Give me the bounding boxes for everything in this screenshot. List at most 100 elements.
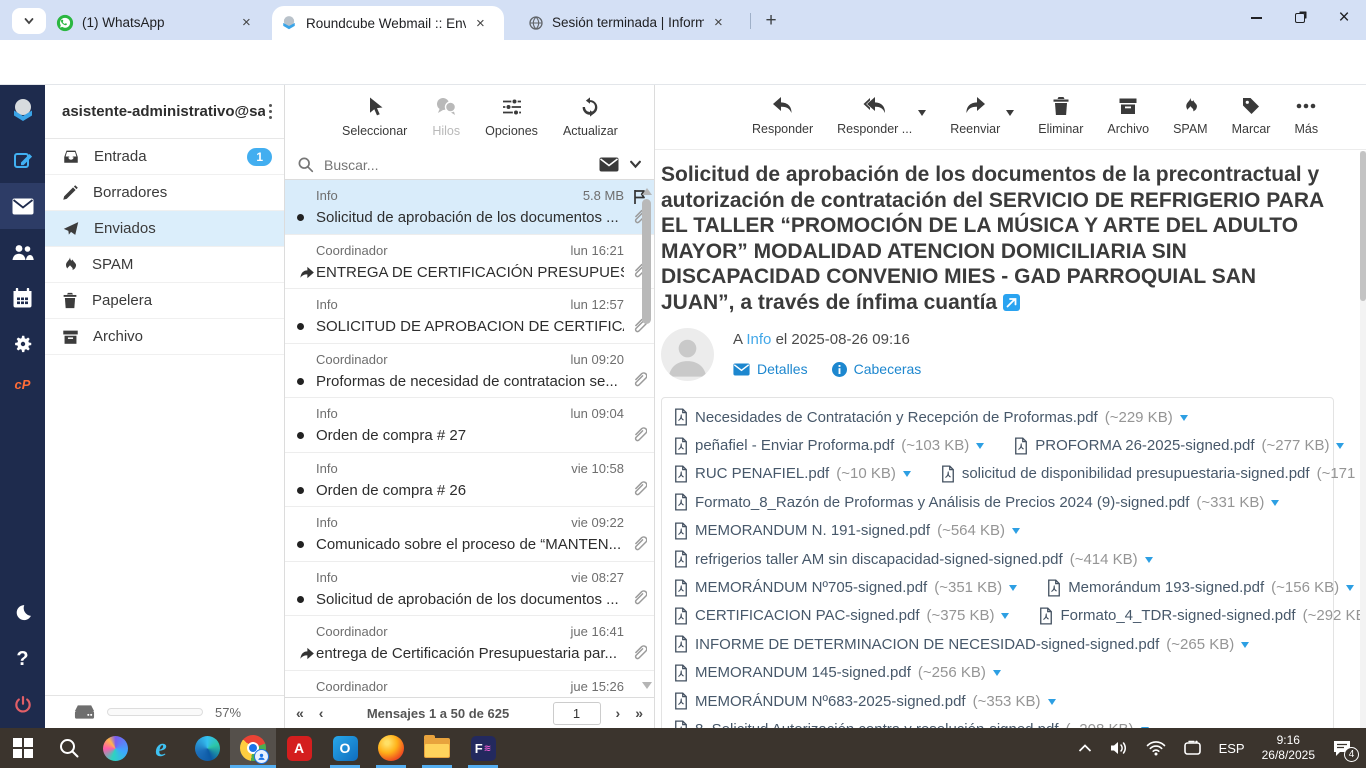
wifi-icon[interactable] [1146, 740, 1166, 756]
tab-whatsapp[interactable]: (1) WhatsApp × [48, 7, 266, 38]
scrollbar-thumb[interactable] [642, 199, 651, 324]
message-row[interactable]: Coordinadorjue 16:41 entrega de Certific… [285, 616, 654, 671]
headers-link[interactable]: Cabeceras [832, 361, 922, 377]
refresh-button[interactable]: Actualizar [563, 96, 618, 138]
sidebar-item-archivo[interactable]: Archivo [45, 319, 284, 355]
prev-page-button[interactable]: ‹ [319, 705, 324, 721]
attachment-menu-caret[interactable] [1241, 642, 1249, 652]
attachment-menu-caret[interactable] [1180, 415, 1188, 425]
message-row[interactable]: Infovie 08:27 Solicitud de aprobación de… [285, 562, 654, 617]
attachment-menu-caret[interactable] [1271, 500, 1279, 510]
attachment-menu-caret[interactable] [1145, 557, 1153, 567]
sidebar-item-spam[interactable]: SPAM [45, 247, 284, 283]
tab-roundcube-active[interactable]: Roundcube Webmail :: Enviados × [272, 6, 504, 40]
compose-button[interactable] [0, 137, 45, 183]
page-number-input[interactable] [553, 702, 601, 725]
search-scope-mail-icon[interactable] [599, 157, 619, 172]
message-row[interactable]: Info5.8 MB Solicitud de aprobación de lo… [285, 180, 654, 235]
message-row[interactable]: Coordinadorlun 16:21 ENTREGA DE CERTIFIC… [285, 235, 654, 290]
roundcube-logo[interactable] [0, 85, 45, 137]
help-button[interactable]: ? [0, 636, 45, 682]
attachment[interactable]: Formato_4_TDR-signed-signed.pdf(~292 KB) [1039, 607, 1366, 625]
sidebar-item-enviados[interactable]: Enviados [45, 211, 284, 247]
search-options-chevron-icon[interactable] [629, 158, 642, 171]
attachment[interactable]: refrigerios taller AM sin discapacidad-s… [674, 550, 1153, 568]
attachment[interactable]: peñafiel - Enviar Proforma.pdf(~103 KB) [674, 437, 984, 455]
open-in-new-window-icon[interactable] [1003, 294, 1020, 311]
internet-explorer-button[interactable]: e [138, 728, 184, 768]
taskbar-search-button[interactable] [46, 728, 92, 768]
cpanel-link[interactable]: cP [0, 367, 45, 401]
chrome-button[interactable] [230, 728, 276, 768]
language-indicator[interactable]: ESP [1219, 741, 1245, 756]
sidebar-item-borradores[interactable]: Borradores [45, 175, 284, 211]
sidebar-item-papelera[interactable]: Papelera [45, 283, 284, 319]
attachment[interactable]: MEMORANDUM N. 191-signed.pdf(~564 KB) [674, 522, 1020, 540]
window-restore-button[interactable] [1278, 0, 1322, 36]
acrobat-button[interactable]: A [276, 728, 322, 768]
archive-button[interactable]: Archivo [1107, 96, 1149, 136]
tab-close-icon[interactable]: × [474, 16, 487, 31]
attachment[interactable]: MEMORÁNDUM Nº683-2025-signed.pdf(~353 KB… [674, 692, 1056, 710]
volume-icon[interactable] [1109, 740, 1129, 756]
dark-mode-button[interactable] [0, 590, 45, 636]
reply-all-button[interactable]: Responder ... [837, 96, 912, 136]
forward-menu-caret[interactable] [1006, 110, 1014, 120]
reply-button[interactable]: Responder [752, 96, 813, 136]
tray-expand-icon[interactable] [1078, 743, 1092, 753]
attachment-menu-caret[interactable] [993, 670, 1001, 680]
recipient-link[interactable]: Info [746, 331, 771, 348]
attachment-menu-caret[interactable] [976, 443, 984, 453]
logout-button[interactable] [0, 682, 45, 728]
attachment[interactable]: CERTIFICACION PAC-signed.pdf(~375 KB) [674, 607, 1009, 625]
rail-contacts-button[interactable] [0, 229, 45, 275]
attachment[interactable]: PROFORMA 26-2025-signed.pdf(~277 KB) [1014, 437, 1344, 455]
new-tab-button[interactable]: + [758, 8, 784, 34]
edge-button[interactable] [184, 728, 230, 768]
select-button[interactable]: Seleccionar [342, 96, 407, 138]
account-menu-icon[interactable] [265, 100, 277, 124]
forward-button[interactable]: Reenviar [950, 96, 1000, 136]
mail-scrollbar[interactable] [1360, 151, 1366, 728]
notification-center-button[interactable]: 4 [1332, 740, 1352, 757]
scroll-down-icon[interactable] [642, 682, 652, 694]
account-header[interactable]: asistente-administrativo@sa... [45, 85, 284, 139]
tab-search-button[interactable] [12, 8, 46, 34]
scrollbar-thumb[interactable] [1360, 151, 1366, 301]
spam-button[interactable]: SPAM [1173, 96, 1208, 136]
message-row[interactable]: Infolun 12:57 SOLICITUD DE APROBACION DE… [285, 289, 654, 344]
attachment[interactable]: INFORME DE DETERMINACION DE NECESIDAD-si… [674, 635, 1249, 653]
attachment-menu-caret[interactable] [1336, 443, 1344, 453]
next-page-button[interactable]: › [616, 705, 621, 721]
message-row[interactable]: Coordinadorlun 09:20 Proformas de necesi… [285, 344, 654, 399]
message-row[interactable]: Coordinadorjue 15:26 [285, 671, 654, 698]
message-row[interactable]: Infolun 09:04 Orden de compra # 27 [285, 398, 654, 453]
attachment-menu-caret[interactable] [903, 471, 911, 481]
message-row[interactable]: Infovie 09:22 Comunicado sobre el proces… [285, 507, 654, 562]
clock[interactable]: 9:1626/8/2025 [1262, 733, 1315, 763]
rail-settings-button[interactable] [0, 321, 45, 367]
copilot-button[interactable] [92, 728, 138, 768]
details-link[interactable]: Detalles [733, 361, 808, 377]
rail-calendar-button[interactable] [0, 275, 45, 321]
sidebar-item-entrada[interactable]: Entrada 1 [45, 139, 284, 175]
attachment-menu-caret[interactable] [1012, 528, 1020, 538]
attachment[interactable]: MEMORANDUM 145-signed.pdf(~256 KB) [674, 664, 1001, 682]
attachment-menu-caret[interactable] [1048, 699, 1056, 709]
first-page-button[interactable]: « [296, 705, 304, 721]
connect-icon[interactable] [1183, 740, 1202, 756]
mark-button[interactable]: Marcar [1232, 96, 1271, 136]
f-app-button[interactable]: F≋ [460, 728, 506, 768]
delete-button[interactable]: Eliminar [1038, 96, 1083, 136]
firefox-button[interactable] [368, 728, 414, 768]
attachment-menu-caret[interactable] [1001, 613, 1009, 623]
attachment[interactable]: Formato_8_Razón de Proformas y Análisis … [674, 493, 1279, 511]
tab-close-icon[interactable]: × [712, 15, 725, 30]
attachment[interactable]: Necesidades de Contratación y Recepción … [674, 408, 1188, 426]
attachment[interactable]: Memorándum 193-signed.pdf(~156 KB) [1047, 579, 1354, 597]
tab-session[interactable]: Sesión terminada | Informes Me × [520, 7, 742, 38]
outlook-button[interactable]: O [322, 728, 368, 768]
last-page-button[interactable]: » [635, 705, 643, 721]
options-button[interactable]: Opciones [485, 96, 538, 138]
tab-close-icon[interactable]: × [240, 15, 253, 30]
